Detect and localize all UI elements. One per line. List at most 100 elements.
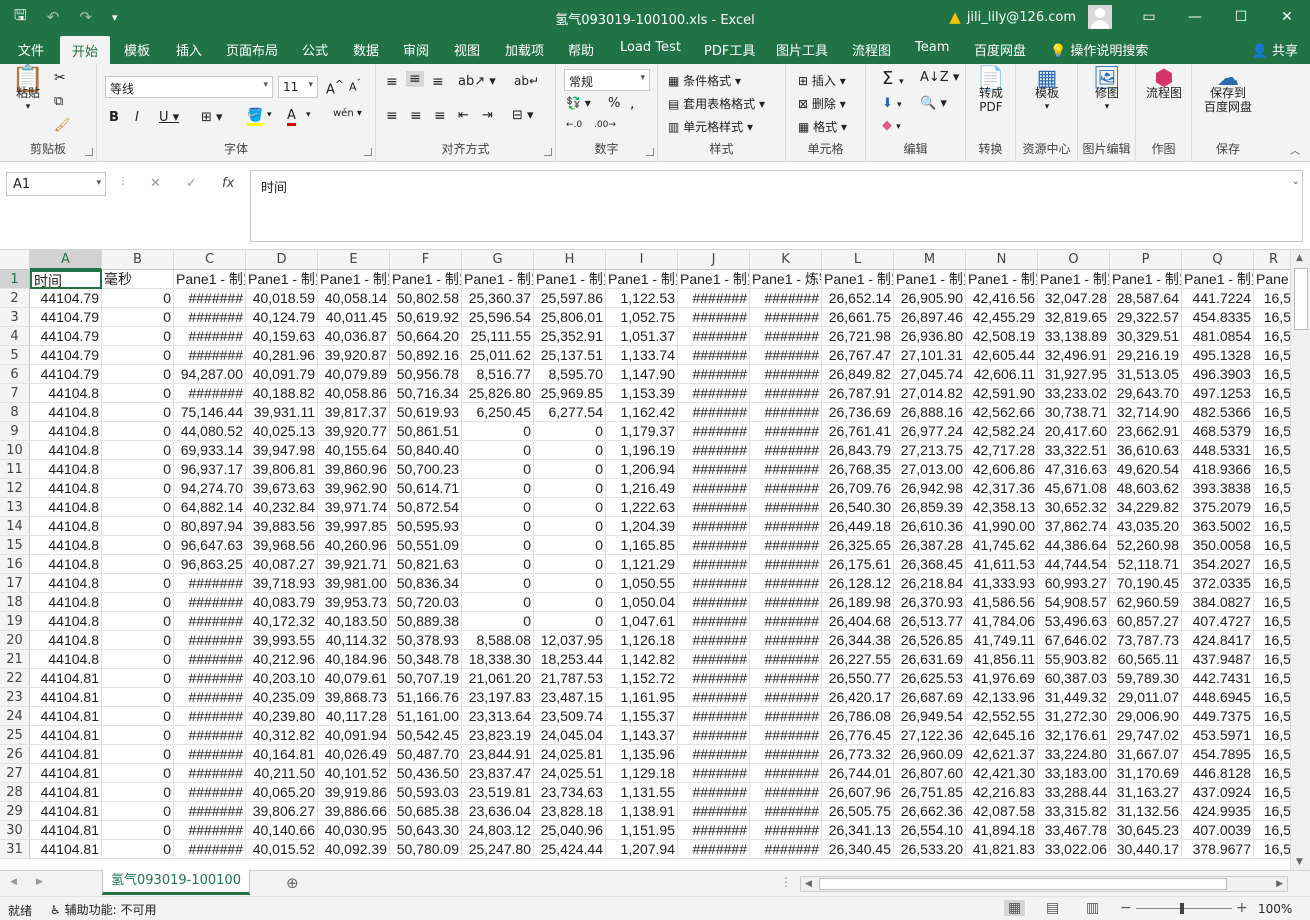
tab-formulas[interactable]: 公式: [302, 40, 328, 59]
table-cell[interactable]: 350.0058: [1182, 536, 1254, 555]
table-cell[interactable]: Pane1 - 制氢: [318, 270, 390, 289]
font-size-select[interactable]: 11 ▾: [278, 76, 318, 98]
table-cell[interactable]: 40,065.20: [246, 783, 318, 802]
column-header[interactable]: H: [534, 250, 606, 270]
table-cell[interactable]: 40,079.89: [318, 365, 390, 384]
confirm-entry-icon[interactable]: ✓: [186, 176, 197, 191]
table-cell[interactable]: 441.7224: [1182, 289, 1254, 308]
table-cell[interactable]: 39,931.11: [246, 403, 318, 422]
table-cell[interactable]: 26,736.69: [822, 403, 894, 422]
table-cell[interactable]: 16,5: [1254, 840, 1290, 859]
align-right-icon[interactable]: ≡: [434, 108, 446, 124]
table-cell[interactable]: 1,122.53: [606, 289, 678, 308]
more-options-icon[interactable]: ⋮: [118, 176, 128, 187]
table-cell[interactable]: 42,606.11: [966, 365, 1038, 384]
table-cell[interactable]: 42,455.29: [966, 308, 1038, 327]
table-cell[interactable]: #######: [750, 536, 822, 555]
column-header[interactable]: G: [462, 250, 534, 270]
table-cell[interactable]: 96,863.25: [174, 555, 246, 574]
table-cell[interactable]: 32,047.28: [1038, 289, 1110, 308]
table-cell[interactable]: #######: [678, 555, 750, 574]
table-cell[interactable]: 44,386.64: [1038, 536, 1110, 555]
table-cell[interactable]: 44104.8: [30, 403, 102, 422]
table-cell[interactable]: 40,232.84: [246, 498, 318, 517]
table-cell[interactable]: 0: [102, 327, 174, 346]
table-cell[interactable]: 25,352.91: [534, 327, 606, 346]
table-cell[interactable]: #######: [678, 422, 750, 441]
table-cell[interactable]: 31,132.56: [1110, 802, 1182, 821]
flowchart-button[interactable]: ⬢ 流程图: [1140, 68, 1188, 101]
table-cell[interactable]: 31,170.69: [1110, 764, 1182, 783]
table-cell[interactable]: 1,165.85: [606, 536, 678, 555]
table-cell[interactable]: 0: [534, 498, 606, 517]
autosum-icon[interactable]: Σ ▾: [882, 68, 904, 89]
table-cell[interactable]: 59,789.30: [1110, 669, 1182, 688]
row-header[interactable]: 2: [0, 289, 30, 308]
close-icon[interactable]: ✕: [1264, 0, 1310, 34]
table-cell[interactable]: #######: [678, 574, 750, 593]
table-cell[interactable]: 0: [102, 479, 174, 498]
scroll-left-icon[interactable]: ◀: [805, 879, 812, 889]
table-cell[interactable]: 39,806.81: [246, 460, 318, 479]
table-cell[interactable]: #######: [750, 555, 822, 574]
table-cell[interactable]: 50,840.40: [390, 441, 462, 460]
table-cell[interactable]: 40,212.96: [246, 650, 318, 669]
table-cell[interactable]: 26,513.77: [894, 612, 966, 631]
expand-formula-bar-icon[interactable]: ⌄: [1292, 176, 1300, 187]
paste-button[interactable]: 📋 粘贴 ▾: [8, 66, 48, 114]
table-cell[interactable]: 23,837.47: [462, 764, 534, 783]
row-header[interactable]: 31: [0, 840, 30, 859]
table-cell[interactable]: #######: [750, 289, 822, 308]
row-header[interactable]: 16: [0, 555, 30, 574]
table-cell[interactable]: 40,011.45: [318, 308, 390, 327]
table-cell[interactable]: 50,956.78: [390, 365, 462, 384]
font-color-dropdown-icon[interactable]: ▾: [306, 110, 311, 120]
table-cell[interactable]: 0: [534, 536, 606, 555]
cancel-entry-icon[interactable]: ✕: [150, 176, 161, 191]
tab-data[interactable]: 数据: [353, 40, 379, 59]
vertical-scrollbar[interactable]: ▲ ▼: [1290, 250, 1310, 870]
table-cell[interactable]: #######: [174, 821, 246, 840]
table-cell[interactable]: 37,862.74: [1038, 517, 1110, 536]
table-cell[interactable]: 21,061.20: [462, 669, 534, 688]
tab-pdf-tools[interactable]: PDF工具: [704, 40, 755, 59]
table-cell[interactable]: 50,436.50: [390, 764, 462, 783]
table-cell[interactable]: 42,591.90: [966, 384, 1038, 403]
row-header[interactable]: 18: [0, 593, 30, 612]
table-cell[interactable]: #######: [750, 365, 822, 384]
table-cell[interactable]: 29,006.90: [1110, 707, 1182, 726]
table-cell[interactable]: 27,014.82: [894, 384, 966, 403]
table-cell[interactable]: #######: [174, 308, 246, 327]
table-cell[interactable]: 26,189.98: [822, 593, 894, 612]
orientation-icon[interactable]: ab↗ ▾: [458, 74, 496, 89]
table-cell[interactable]: #######: [750, 764, 822, 783]
table-cell[interactable]: 26,652.14: [822, 289, 894, 308]
table-cell[interactable]: 40,281.96: [246, 346, 318, 365]
table-cell[interactable]: 40,164.81: [246, 745, 318, 764]
table-cell[interactable]: 40,239.80: [246, 707, 318, 726]
tab-template[interactable]: 模板: [124, 40, 150, 59]
table-cell[interactable]: Pane1 - 制氢: [678, 270, 750, 289]
table-cell[interactable]: Pane1 - 制氢: [894, 270, 966, 289]
font-color-icon[interactable]: A: [287, 108, 296, 126]
table-cell[interactable]: 372.0335: [1182, 574, 1254, 593]
table-cell[interactable]: 31,163.27: [1110, 783, 1182, 802]
table-cell[interactable]: 40,079.61: [318, 669, 390, 688]
table-cell[interactable]: #######: [678, 441, 750, 460]
table-cell[interactable]: 40,183.50: [318, 612, 390, 631]
table-cell[interactable]: Pane1 - 制氢: [1038, 270, 1110, 289]
table-cell[interactable]: 25,040.96: [534, 821, 606, 840]
table-cell[interactable]: 31,513.05: [1110, 365, 1182, 384]
table-cell[interactable]: 26,341.13: [822, 821, 894, 840]
select-all-corner[interactable]: [0, 250, 30, 270]
tab-split-handle[interactable]: ⋮: [780, 875, 792, 889]
table-cell[interactable]: 0: [102, 821, 174, 840]
table-cell[interactable]: 54,908.57: [1038, 593, 1110, 612]
table-cell[interactable]: 25,137.51: [534, 346, 606, 365]
template-button[interactable]: ▦ 模板 ▾: [1024, 68, 1070, 114]
table-cell[interactable]: #######: [750, 403, 822, 422]
table-cell[interactable]: 44104.8: [30, 384, 102, 403]
table-cell[interactable]: 42,645.16: [966, 726, 1038, 745]
accounting-format-icon[interactable]: 💱 ▾: [566, 96, 591, 110]
share-button[interactable]: 👤 共享: [1252, 40, 1298, 59]
